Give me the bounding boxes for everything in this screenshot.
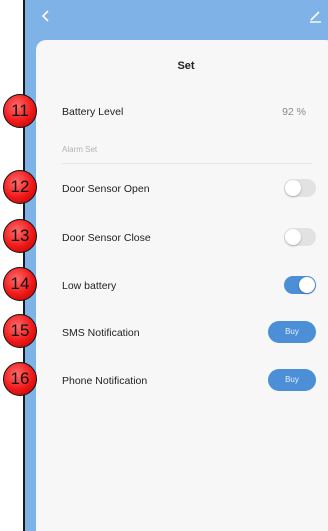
- callout-badge-15: 15: [3, 314, 37, 348]
- door-sensor-open-label: Door Sensor Open: [62, 183, 150, 195]
- edit-icon[interactable]: [308, 9, 322, 23]
- sms-notification-label: SMS Notification: [62, 327, 140, 339]
- toggle-knob: [285, 229, 301, 245]
- settings-card: Set Battery Level 92 % Alarm Set Door Se…: [36, 40, 328, 531]
- callout-badge-14: 14: [3, 267, 37, 301]
- door-sensor-close-toggle[interactable]: [284, 228, 316, 246]
- page-title: Set: [177, 60, 195, 72]
- phone-notification-label: Phone Notification: [62, 375, 148, 387]
- door-sensor-open-toggle[interactable]: [284, 179, 316, 197]
- battery-level-label: Battery Level: [62, 106, 124, 118]
- callout-badge-11: 11: [3, 94, 37, 128]
- alarm-set-section-label: Alarm Set: [62, 145, 98, 154]
- low-battery-label: Low battery: [62, 280, 117, 292]
- sms-buy-button[interactable]: Buy: [268, 321, 316, 343]
- toggle-knob: [299, 277, 315, 293]
- door-sensor-close-label: Door Sensor Close: [62, 232, 151, 244]
- callout-badge-16: 16: [3, 362, 37, 396]
- callout-badge-12: 12: [3, 170, 37, 204]
- back-icon[interactable]: [39, 9, 53, 23]
- divider: [62, 163, 312, 164]
- callout-badge-13: 13: [3, 219, 37, 253]
- battery-level-value: 92 %: [282, 106, 306, 118]
- toggle-knob: [285, 180, 301, 196]
- phone-frame: Set Battery Level 92 % Alarm Set Door Se…: [23, 0, 328, 531]
- low-battery-toggle[interactable]: [284, 276, 316, 294]
- phone-buy-button[interactable]: Buy: [268, 369, 316, 391]
